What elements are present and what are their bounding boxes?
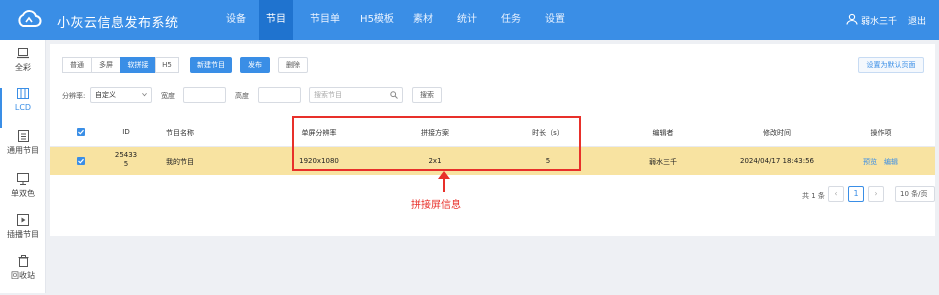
mode-h5[interactable]: H5 bbox=[155, 57, 179, 73]
resolution-label: 分辨率: bbox=[62, 92, 86, 100]
sidebar-item-general-programs[interactable]: 通用节目 bbox=[0, 130, 46, 170]
cell-modified: 2024/04/17 18:43:56 bbox=[739, 157, 814, 165]
sidebar-item-label: 插播节目 bbox=[7, 230, 39, 239]
cell-id-line1: 25433 bbox=[114, 151, 138, 159]
user-icon[interactable] bbox=[846, 13, 858, 25]
row-checkbox[interactable] bbox=[77, 157, 85, 165]
search-input[interactable]: 搜索节目 bbox=[309, 87, 403, 103]
logout-link[interactable]: 退出 bbox=[908, 14, 926, 27]
annotation-label: 拼接屏信息 bbox=[411, 200, 461, 211]
nav-settings[interactable]: 设置 bbox=[543, 0, 567, 40]
top-bar: 小灰云信息发布系统 设备 节目 节目单 H5模板 素材 统计 任务 设置 弱水三… bbox=[0, 0, 939, 40]
highlight-box bbox=[292, 116, 581, 171]
pagination-total: 共 1 条 bbox=[802, 192, 825, 200]
col-header-name: 节目名称 bbox=[166, 129, 194, 137]
col-header-modified: 修改时间 bbox=[763, 129, 791, 137]
laptop-icon bbox=[17, 48, 29, 59]
play-icon bbox=[17, 214, 29, 226]
col-header-id: ID bbox=[122, 128, 130, 136]
prev-page-button[interactable]: ‹ bbox=[828, 186, 844, 202]
mode-normal[interactable]: 普通 bbox=[62, 57, 92, 73]
sidebar: 全彩 LCD 通用节目 单双色 插播节目 回收站 bbox=[0, 40, 46, 293]
delete-button[interactable]: 删除 bbox=[278, 57, 308, 73]
nav-playlist[interactable]: 节目单 bbox=[308, 0, 342, 40]
monitor-icon bbox=[17, 173, 29, 185]
search-icon bbox=[390, 91, 398, 99]
edit-link[interactable]: 编辑 bbox=[883, 157, 899, 167]
page-number-current[interactable]: 1 bbox=[848, 186, 864, 202]
checkmark-icon bbox=[78, 158, 84, 164]
trash-icon bbox=[18, 255, 28, 267]
next-page-button[interactable]: › bbox=[868, 186, 884, 202]
sidebar-item-full-color[interactable]: 全彩 bbox=[0, 48, 46, 88]
cell-editor: 弱水三千 bbox=[649, 158, 677, 166]
height-input[interactable] bbox=[258, 87, 301, 103]
user-name[interactable]: 弱水三千 bbox=[861, 14, 897, 27]
sidebar-item-label: 全彩 bbox=[15, 63, 31, 72]
page-size-value: 10 条/页 bbox=[900, 190, 928, 198]
width-label: 宽度 bbox=[161, 92, 175, 100]
search-placeholder: 搜索节目 bbox=[314, 91, 342, 99]
resolution-select[interactable]: 自定义 bbox=[90, 87, 152, 103]
sidebar-item-lcd[interactable]: LCD bbox=[0, 88, 46, 128]
preview-link[interactable]: 预览 bbox=[862, 157, 878, 167]
col-header-editor: 编辑者 bbox=[652, 129, 674, 137]
chevron-down-icon bbox=[142, 92, 147, 97]
nav-programs[interactable]: 节目 bbox=[259, 0, 293, 40]
page-size-select[interactable]: 10 条/页 bbox=[895, 186, 935, 202]
annotation-arrow-icon bbox=[438, 171, 450, 192]
cell-id: 25433 5 bbox=[113, 151, 139, 169]
publish-button[interactable]: 发布 bbox=[240, 57, 270, 73]
sidebar-item-label: 回收站 bbox=[11, 271, 35, 280]
width-input[interactable] bbox=[183, 87, 226, 103]
mode-soft-splice[interactable]: 软拼接 bbox=[120, 57, 156, 73]
sidebar-item-label: 单双色 bbox=[11, 189, 35, 198]
search-button[interactable]: 搜索 bbox=[412, 87, 442, 103]
select-all-checkbox[interactable] bbox=[77, 128, 85, 136]
new-program-button[interactable]: 新建节目 bbox=[190, 57, 232, 73]
sidebar-item-mono-dual-color[interactable]: 单双色 bbox=[0, 173, 46, 213]
lcd-icon bbox=[17, 88, 29, 99]
nav-h5-templates[interactable]: H5模板 bbox=[357, 0, 397, 40]
cell-name: 我的节目 bbox=[166, 158, 194, 166]
checkmark-icon bbox=[78, 129, 84, 135]
nav-materials[interactable]: 素材 bbox=[411, 0, 435, 40]
nav-devices[interactable]: 设备 bbox=[222, 0, 250, 40]
sidebar-item-recycle-bin[interactable]: 回收站 bbox=[0, 255, 46, 295]
active-indicator bbox=[0, 88, 2, 128]
set-default-page-button[interactable]: 设置为默认页面 bbox=[858, 57, 924, 73]
nav-tasks[interactable]: 任务 bbox=[499, 0, 523, 40]
cell-id-line2: 5 bbox=[123, 160, 129, 168]
sidebar-item-interstitial[interactable]: 插播节目 bbox=[0, 214, 46, 254]
resolution-value: 自定义 bbox=[95, 91, 116, 99]
document-icon bbox=[17, 130, 29, 142]
cloud-logo-icon bbox=[18, 10, 42, 27]
sidebar-item-label: 通用节目 bbox=[7, 146, 39, 155]
nav-statistics[interactable]: 统计 bbox=[455, 0, 479, 40]
mode-multi-screen[interactable]: 多屏 bbox=[91, 57, 121, 73]
sidebar-item-label: LCD bbox=[14, 103, 32, 112]
col-header-actions: 操作项 bbox=[870, 129, 892, 137]
height-label: 高度 bbox=[235, 92, 249, 100]
app-title: 小灰云信息发布系统 bbox=[57, 16, 179, 31]
